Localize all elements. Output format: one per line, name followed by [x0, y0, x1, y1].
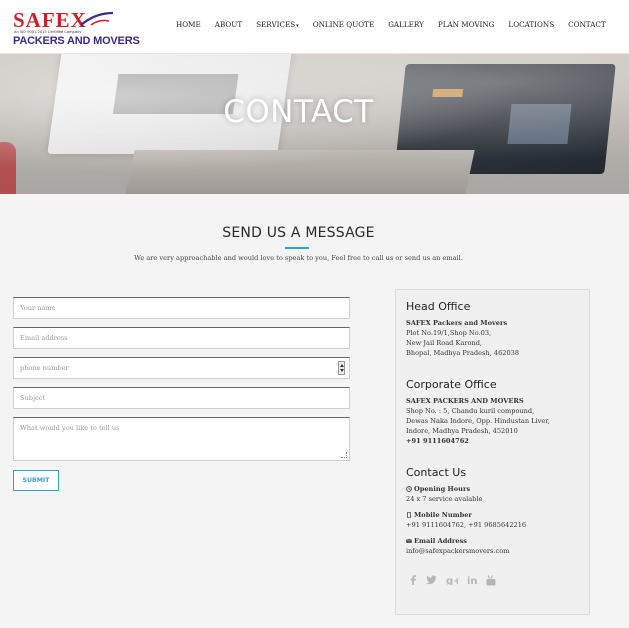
youtube-icon[interactable]	[486, 575, 496, 586]
social-links: g+ in	[409, 575, 496, 586]
nav-locations[interactable]: LOCATIONS	[508, 20, 554, 29]
nav-about[interactable]: ABOUT	[215, 20, 242, 29]
nav-services-label: SERVICES	[256, 20, 296, 29]
corporate-office-line1: Shop No. : 5, Chandu kuril compound,	[406, 407, 535, 415]
resize-handle-icon[interactable]	[341, 452, 347, 458]
page-banner: CONTACT	[0, 54, 629, 194]
number-spinner[interactable]	[338, 361, 345, 375]
phone-input[interactable]: phone number	[13, 357, 350, 379]
section-title: SEND US A MESSAGE	[222, 225, 375, 241]
section-title-underline	[285, 247, 309, 249]
svg-text:in: in	[467, 576, 477, 585]
corporate-office-line3: Indore, Madhya Pradesh, 452010	[406, 427, 518, 435]
mobile-icon	[407, 512, 411, 518]
google-plus-icon[interactable]: g+	[446, 575, 458, 585]
page-title: CONTACT	[223, 94, 374, 130]
main-nav: HOME ABOUT SERVICES▾ ONLINE QUOTE GALLER…	[176, 20, 606, 29]
subject-input[interactable]: Subject	[13, 387, 350, 409]
corporate-office-title: Corporate Office	[406, 378, 497, 391]
corporate-office-company: SAFEX PACKERS AND MOVERS	[406, 397, 524, 405]
email-input[interactable]: Email address	[13, 327, 350, 349]
nav-plan-moving[interactable]: PLAN MOVING	[438, 20, 495, 29]
site-header: SAFEX An ISO 9001:2015 Certified Company…	[0, 0, 629, 54]
site-logo[interactable]: SAFEX An ISO 9001:2015 Certified Company…	[13, 9, 140, 49]
opening-hours-label-text: Opening Hours	[414, 485, 471, 493]
mobile-number-value[interactable]: +91 9111604762, +91 9685642216	[406, 520, 526, 530]
email-placeholder: Email address	[20, 334, 68, 342]
logo-swoosh-icon	[80, 11, 114, 26]
head-office-line3: Bhopal, Madhya Pradesh, 462038	[406, 349, 520, 357]
clock-icon	[406, 486, 412, 492]
contact-us-title: Contact Us	[406, 466, 467, 479]
head-office-company: SAFEX Packers and Movers	[406, 319, 508, 327]
submit-button[interactable]: SUBMIT	[13, 470, 59, 491]
head-office-line1: Plot No.19/1,Shop No.03,	[406, 329, 492, 337]
svg-text:g+: g+	[446, 576, 458, 585]
caret-down-icon: ▾	[296, 23, 299, 29]
head-office-line2: New Jail Road Karond,	[406, 339, 483, 347]
email-address-value[interactable]: info@safexpackersmovers.com	[406, 546, 509, 556]
envelope-icon	[406, 538, 412, 543]
head-office-title: Head Office	[406, 300, 471, 313]
subject-placeholder: Subject	[20, 394, 46, 402]
corporate-office-phone[interactable]: +91 9111604762	[406, 436, 469, 446]
opening-hours-value: 24 x 7 service avalable	[406, 495, 483, 503]
nav-services[interactable]: SERVICES▾	[256, 20, 299, 29]
section-description: We are very approachable and would love …	[134, 254, 463, 262]
linkedin-icon[interactable]: in	[467, 575, 477, 585]
email-address-label-text: Email Address	[414, 537, 468, 545]
nav-online-quote[interactable]: ONLINE QUOTE	[313, 20, 375, 29]
twitter-icon[interactable]	[426, 575, 437, 585]
name-placeholder: Your name	[20, 304, 56, 312]
logo-tagline: An ISO 9001:2015 Certified Company	[14, 30, 82, 34]
corporate-office-line2: Dewas Naka Indore, Opp. Hindustan Liver,	[406, 417, 550, 425]
logo-subtitle: PACKERS AND MOVERS	[13, 35, 140, 47]
mobile-number-label: Mobile Number	[406, 510, 472, 520]
opening-hours-label: Opening Hours	[406, 484, 470, 494]
message-placeholder: What would you like to tell us	[20, 424, 120, 432]
mobile-number-label-text: Mobile Number	[414, 511, 472, 519]
message-textarea[interactable]: What would you like to tell us	[13, 417, 350, 461]
phone-placeholder: phone number	[20, 364, 69, 372]
nav-home[interactable]: HOME	[176, 20, 201, 29]
contact-info-card: Head Office SAFEX Packers and Movers Plo…	[395, 289, 590, 615]
nav-contact[interactable]: CONTACT	[568, 20, 606, 29]
facebook-icon[interactable]	[409, 575, 417, 585]
nav-gallery[interactable]: GALLERY	[388, 20, 424, 29]
email-address-label: Email Address	[406, 536, 467, 546]
name-input[interactable]: Your name	[13, 297, 350, 319]
